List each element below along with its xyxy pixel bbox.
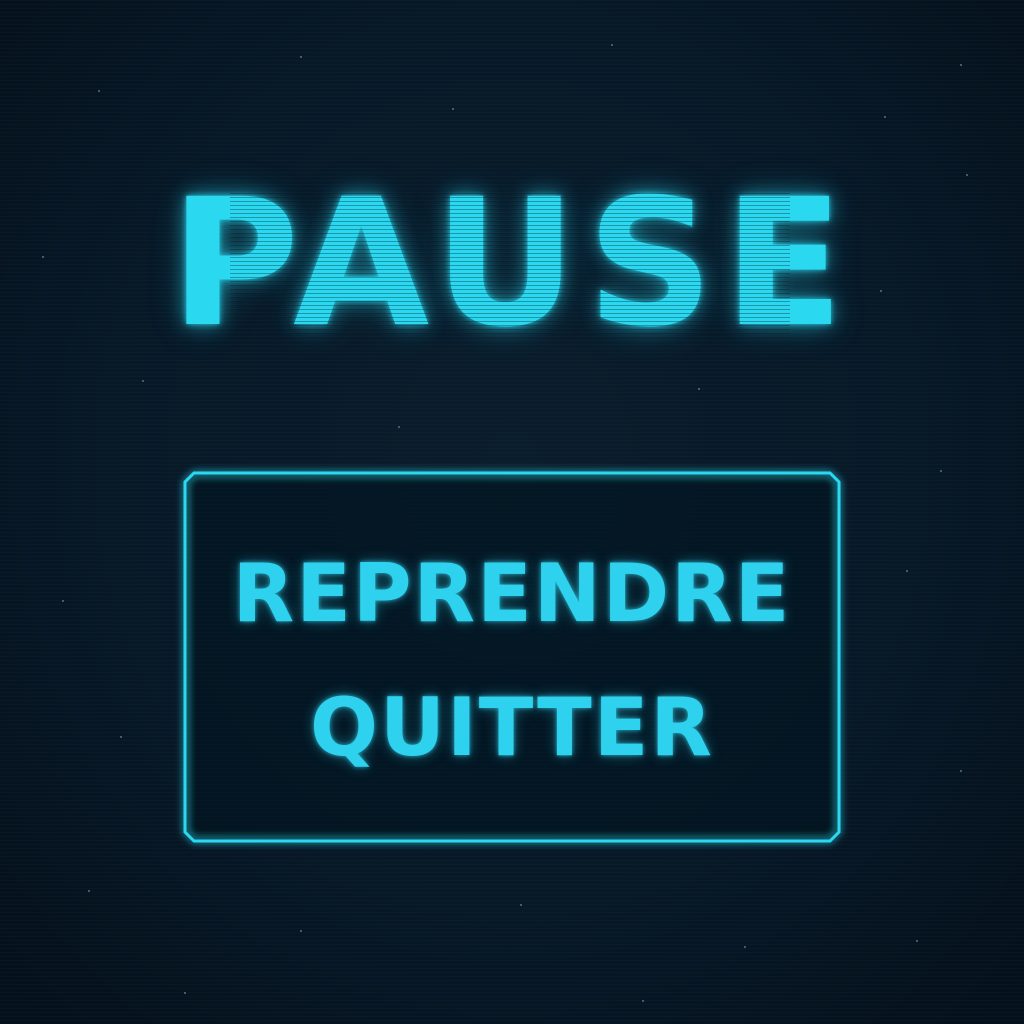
star — [142, 380, 144, 382]
star — [744, 946, 746, 948]
star — [642, 1000, 644, 1002]
star — [120, 736, 122, 738]
star — [300, 56, 302, 58]
star — [184, 992, 186, 994]
star — [398, 426, 400, 428]
star — [98, 90, 100, 92]
star — [916, 940, 918, 942]
star — [300, 930, 302, 932]
star — [88, 890, 90, 892]
pause-menu-panel — [182, 470, 842, 844]
star — [884, 116, 886, 118]
star — [940, 470, 942, 472]
star — [960, 770, 962, 772]
star — [452, 108, 454, 110]
star — [960, 64, 962, 66]
scanline-overlay — [0, 0, 1024, 1024]
starfield-background — [0, 0, 1024, 1024]
star — [62, 600, 64, 602]
pause-title: PAUSE — [170, 161, 854, 366]
star — [906, 570, 908, 572]
quit-button[interactable]: QUITTER — [182, 680, 842, 776]
star — [520, 904, 522, 906]
resume-button[interactable]: REPRENDRE — [182, 546, 842, 642]
star — [611, 44, 613, 46]
star — [698, 388, 700, 390]
panel-frame — [183, 471, 841, 843]
